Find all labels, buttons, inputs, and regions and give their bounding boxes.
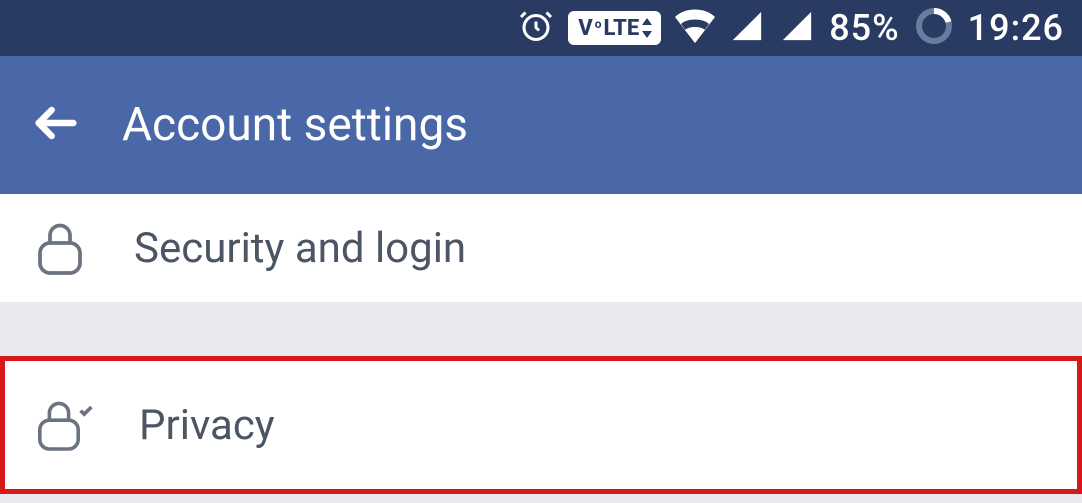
battery-ring-icon (914, 6, 954, 50)
page-title: Account settings (122, 98, 468, 152)
alarm-icon (518, 8, 554, 48)
app-bar: Account settings (0, 56, 1082, 194)
settings-item-security[interactable]: Security and login (0, 194, 1082, 302)
volte-badge: VoLTE (568, 11, 661, 45)
settings-item-label: Privacy (139, 401, 275, 450)
battery-percent: 85% (829, 7, 899, 49)
clock-text: 19:26 (968, 7, 1064, 49)
status-bar: VoLTE 85% 19:26 (0, 0, 1082, 56)
back-arrow-icon[interactable] (30, 97, 82, 153)
signal-2-icon (779, 9, 815, 47)
lock-check-icon (35, 395, 95, 455)
signal-1-icon (729, 9, 765, 47)
settings-item-privacy[interactable]: Privacy (0, 356, 1082, 494)
section-divider (0, 302, 1082, 352)
wifi-icon (675, 9, 715, 47)
settings-item-label: Security and login (134, 224, 466, 273)
lock-icon (30, 218, 90, 278)
